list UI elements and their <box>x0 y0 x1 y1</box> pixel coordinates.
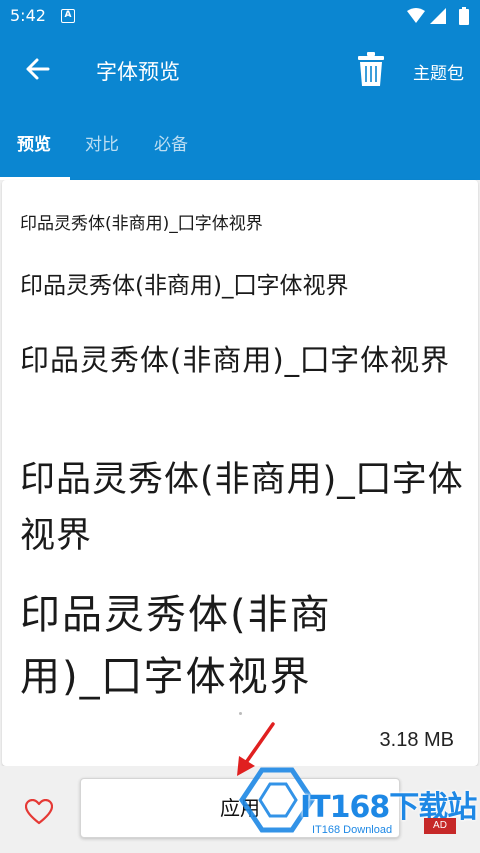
heart-outline-icon[interactable] <box>25 799 53 825</box>
preview-sample-large: 印品灵秀体(非商用)_囗字体视界 <box>20 343 451 377</box>
tab-essentials[interactable]: 必备 <box>154 130 188 155</box>
back-arrow-icon[interactable] <box>22 54 52 84</box>
notification-badge: A <box>61 9 75 23</box>
tab-compare[interactable]: 对比 <box>85 130 119 155</box>
font-preview-card: 印品灵秀体(非商用)_囗字体视界 印品灵秀体(非商用)_囗字体视界 印品灵秀体(… <box>2 180 478 766</box>
theme-pack-button[interactable]: 主题包 <box>413 59 464 84</box>
status-time: 5:42 <box>10 6 46 25</box>
file-size: 3.18 MB <box>379 729 454 751</box>
preview-sample-xlarge: 印品灵秀体(非商用)_囗字体视界 <box>20 460 464 556</box>
ad-badge: AD <box>424 818 456 834</box>
preview-sample-xxlarge: 印品灵秀体(非商用)_囗字体视界 <box>20 592 332 700</box>
signal-icon <box>430 8 446 24</box>
watermark-subtext: IT168 Download <box>312 824 393 836</box>
preview-sample-small: 印品灵秀体(非商用)_囗字体视界 <box>20 214 263 234</box>
status-bar: 5:42 A <box>0 0 480 32</box>
page-title: 字体预览 <box>96 60 180 84</box>
app-bar: 字体预览 主题包 <box>0 32 480 108</box>
trash-icon[interactable] <box>358 52 384 86</box>
scroll-dot <box>239 712 242 715</box>
battery-icon <box>459 7 469 25</box>
wifi-icon <box>407 8 425 23</box>
tab-preview[interactable]: 预览 <box>17 130 51 155</box>
preview-sample-medium: 印品灵秀体(非商用)_囗字体视界 <box>20 273 349 299</box>
tab-bar: 预览 对比 必备 <box>0 108 480 180</box>
